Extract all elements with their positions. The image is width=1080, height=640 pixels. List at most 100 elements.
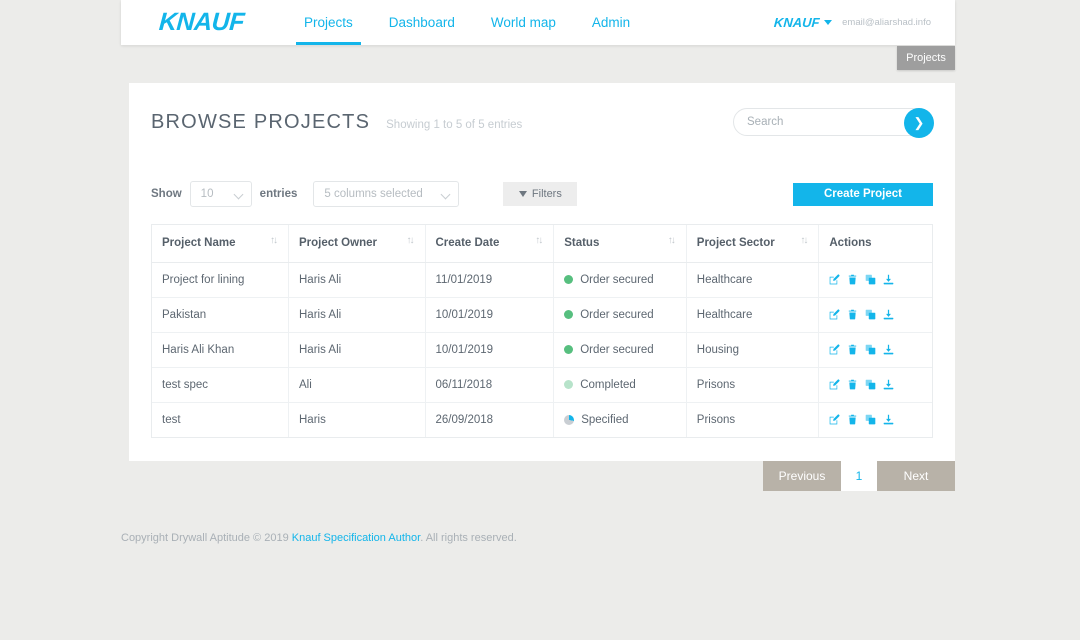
delete-icon[interactable]: [847, 379, 858, 390]
nav-item-admin[interactable]: Admin: [574, 0, 648, 45]
table-row: Project for lining Haris Ali 11/01/2019 Ord…: [152, 262, 932, 298]
table-row: test spec Ali 06/11/2018 Completed Prisons: [152, 367, 932, 403]
column-header-status[interactable]: Status ↑↓: [553, 225, 687, 263]
sort-arrows-icon[interactable]: ↑↓: [270, 236, 278, 246]
cell-project-name: Pakistan: [152, 297, 289, 333]
status-dot-icon: [564, 380, 574, 389]
row-action-group: [829, 379, 932, 390]
cell-status: Order secured: [553, 297, 687, 333]
entries-info-label: Showing 1 to 5 of 5 entries: [386, 119, 523, 131]
user-knauf-logo-icon: KNAUF: [773, 15, 820, 30]
sort-arrows-icon[interactable]: ↑↓: [535, 236, 543, 246]
cell-status: Order secured: [553, 332, 687, 368]
download-icon[interactable]: [883, 379, 894, 390]
column-header-label: Project Owner: [299, 237, 377, 250]
status-label: Order secured: [580, 308, 654, 321]
entries-label: entries: [259, 188, 298, 200]
copy-icon[interactable]: [865, 379, 876, 390]
search-submit-button[interactable]: ❯: [904, 108, 934, 138]
create-project-button[interactable]: Create Project: [793, 182, 933, 206]
column-header-project-owner[interactable]: Project Owner ↑↓: [288, 225, 426, 263]
cell-create-date: 26/09/2018: [425, 402, 555, 437]
delete-icon[interactable]: [847, 344, 858, 355]
cell-project-name: Haris Ali Khan: [152, 332, 289, 368]
cell-actions: [818, 367, 932, 403]
search-input[interactable]: [747, 116, 897, 128]
status-badge: Order secured: [564, 344, 685, 356]
status-label: Specified: [581, 413, 629, 426]
page-size-select[interactable]: 10: [189, 181, 252, 207]
cell-actions: [819, 402, 932, 437]
page-size-value: 10: [200, 188, 214, 200]
column-header-label: Project Name: [162, 237, 236, 250]
download-icon[interactable]: [883, 274, 894, 285]
status-badge: Order secured: [564, 308, 685, 321]
cell-project-owner: Haris Ali: [288, 332, 426, 368]
status-pie-icon: [564, 414, 575, 425]
copy-icon[interactable]: [865, 414, 876, 425]
cell-project-owner: Haris: [288, 402, 426, 437]
cell-status: Completed: [553, 367, 687, 403]
edit-icon[interactable]: [829, 344, 840, 355]
table-body: Project for lining Haris Ali 11/01/2019 Ord…: [152, 262, 932, 437]
delete-icon[interactable]: [847, 309, 858, 320]
table-row: Pakistan Haris Ali 10/01/2019 Order secured…: [152, 297, 932, 333]
user-email-label: email@aliarshad.info: [842, 17, 931, 28]
copy-icon[interactable]: [865, 309, 876, 320]
cell-create-date: 06/11/2018: [425, 367, 555, 403]
column-header-label: Project Sector: [696, 237, 775, 250]
pagination: Previous 1 Next: [129, 461, 955, 491]
download-icon[interactable]: [883, 309, 894, 320]
footer: Copyright Drywall Aptitude © 2019 Knauf …: [121, 532, 517, 544]
copy-icon[interactable]: [865, 274, 876, 285]
cell-project-name: Project for lining: [152, 262, 289, 298]
breadcrumb-projects-tab[interactable]: Projects: [897, 46, 955, 70]
cell-status: Specified: [553, 402, 687, 437]
filters-button[interactable]: Filters: [503, 182, 578, 206]
download-icon[interactable]: [883, 344, 894, 355]
status-label: Order secured: [580, 273, 654, 286]
pagination-previous-button[interactable]: Previous: [763, 461, 841, 491]
column-header-project-name[interactable]: Project Name ↑↓: [152, 225, 289, 263]
cell-create-date: 10/01/2019: [425, 297, 555, 333]
filter-funnel-icon: [518, 191, 527, 197]
edit-icon[interactable]: [829, 274, 840, 285]
column-header-project-sector[interactable]: Project Sector ↑↓: [686, 225, 820, 263]
cell-create-date: 10/01/2019: [425, 332, 555, 368]
cell-status: Order secured: [553, 262, 687, 298]
search-box: ❯: [733, 108, 934, 138]
cell-project-sector: Prisons: [686, 402, 820, 437]
sort-arrows-icon[interactable]: ↑↓: [668, 236, 676, 246]
delete-icon[interactable]: [847, 414, 858, 425]
nav-item-world-map[interactable]: World map: [473, 0, 574, 45]
nav-item-projects[interactable]: Projects: [286, 0, 371, 45]
columns-select[interactable]: 5 columns selected: [313, 181, 460, 207]
edit-icon[interactable]: [829, 309, 840, 320]
column-header-create-date[interactable]: Create Date ↑↓: [425, 225, 555, 263]
copy-icon[interactable]: [865, 344, 876, 355]
row-action-group: [829, 309, 932, 320]
cell-project-owner: Ali: [288, 367, 426, 403]
delete-icon[interactable]: [847, 274, 858, 285]
cell-project-sector: Housing: [686, 332, 820, 368]
pagination-page-1[interactable]: 1: [841, 461, 877, 491]
edit-icon[interactable]: [829, 414, 840, 425]
download-icon[interactable]: [883, 414, 894, 425]
chevron-down-icon: [440, 189, 451, 200]
table-controls: Show 10 entries 5 columns selected Filte…: [151, 181, 933, 207]
edit-icon[interactable]: [829, 379, 840, 390]
user-menu[interactable]: KNAUF email@aliarshad.info: [773, 15, 931, 30]
status-dot-icon: [564, 310, 574, 319]
sort-arrows-icon[interactable]: ↑↓: [800, 236, 808, 246]
row-action-group: [829, 344, 932, 355]
nav-item-dashboard[interactable]: Dashboard: [371, 0, 473, 45]
cell-project-owner: Haris Ali: [288, 262, 426, 298]
column-header-label: Actions: [829, 237, 872, 250]
chevron-down-icon[interactable]: [824, 20, 833, 25]
column-header-label: Create Date: [435, 237, 500, 250]
pagination-next-button[interactable]: Next: [877, 461, 955, 491]
sort-arrows-icon[interactable]: ↑↓: [407, 236, 415, 246]
knauf-logo[interactable]: KNAUF: [158, 8, 245, 37]
projects-table: Project Name ↑↓ Project Owner ↑↓ Create Date…: [152, 225, 932, 437]
footer-link[interactable]: Knauf Specification Author: [292, 532, 420, 544]
